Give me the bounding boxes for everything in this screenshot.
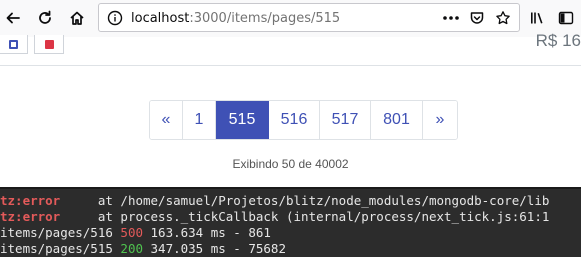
pagination-next[interactable]: » <box>423 101 457 139</box>
sidebar-icon[interactable] <box>553 5 579 31</box>
home-icon[interactable] <box>64 5 90 31</box>
reload-icon[interactable] <box>32 5 58 31</box>
pagination-page-517[interactable]: 517 <box>320 101 371 139</box>
request-path: items/pages/516 <box>0 225 121 240</box>
terminal-line: tz:error at process._tickCallback (inter… <box>0 209 549 225</box>
back-arrow-icon[interactable] <box>0 5 26 31</box>
terminal-panel: tz:error at /home/samuel/Projetos/blitz/… <box>0 187 581 257</box>
results-count: Exibindo 50 de 40002 <box>232 157 349 171</box>
status-code: 500 <box>120 225 143 240</box>
pagination-prev[interactable]: « <box>150 101 183 139</box>
terminal-line: items/pages/516 500 163.634 ms - 861 <box>0 225 271 241</box>
url-host: localhost <box>131 11 190 26</box>
status-code: 200 <box>120 241 143 256</box>
library-icon[interactable] <box>524 5 550 31</box>
url-text[interactable]: localhost:3000/items/pages/515 <box>131 11 340 26</box>
pagination-page-516[interactable]: 516 <box>269 101 320 139</box>
url-path: :3000/items/pages/515 <box>189 11 341 26</box>
error-label: tz:error <box>0 209 61 224</box>
request-path: items/pages/515 <box>0 241 121 256</box>
browser-toolbar: localhost:3000/items/pages/515 <box>0 0 581 38</box>
delete-icon <box>44 39 54 49</box>
pagination: « 1 515 516 517 801 » <box>149 100 458 140</box>
pagination-page-801[interactable]: 801 <box>371 101 423 139</box>
request-timing: 163.634 ms - 861 <box>143 225 271 240</box>
terminal-line: tz:error at /home/samuel/Projetos/blitz/… <box>0 193 549 209</box>
terminal-text: at /home/samuel/Projetos/blitz/node_modu… <box>60 193 550 208</box>
url-bar[interactable]: localhost:3000/items/pages/515 <box>98 3 520 32</box>
request-timing: 347.035 ms - 75682 <box>143 241 286 256</box>
pagination-page-515[interactable]: 515 <box>216 101 269 139</box>
bookmark-star-icon[interactable] <box>493 8 513 28</box>
terminal-text: at process._tickCallback (internal/proce… <box>60 209 550 224</box>
edit-button[interactable] <box>0 35 28 54</box>
item-price: R$ 16 <box>535 31 581 50</box>
error-label: tz:error <box>0 193 61 208</box>
terminal-line: items/pages/515 200 347.035 ms - 75682 <box>0 241 286 257</box>
edit-icon <box>8 39 18 49</box>
more-actions-icon[interactable] <box>441 8 461 28</box>
page-content: R$ 16 « 1 515 516 517 801 » Exibindo 50 … <box>0 31 581 187</box>
table-row: R$ 16 <box>0 31 581 66</box>
delete-button[interactable] <box>34 35 64 54</box>
pagination-page-1[interactable]: 1 <box>183 101 216 139</box>
info-icon[interactable] <box>107 10 123 26</box>
pocket-icon[interactable] <box>467 8 487 28</box>
